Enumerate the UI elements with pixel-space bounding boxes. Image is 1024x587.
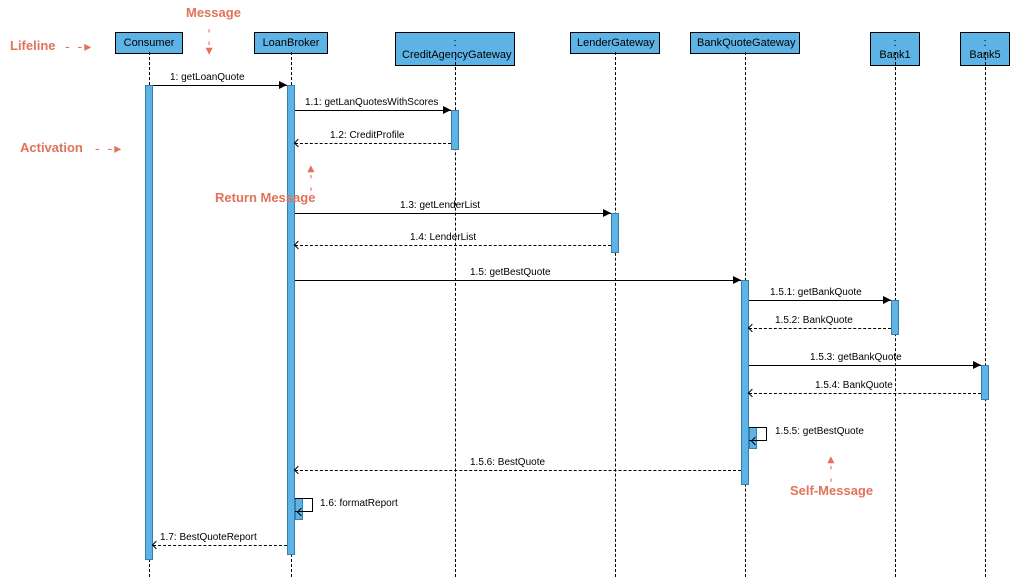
message-1-5-3-line (749, 365, 981, 366)
message-1-5-1-line (749, 300, 891, 301)
arrow-icon (603, 209, 611, 217)
annotation-lifeline: Lifeline (10, 38, 56, 53)
arrow-icon (733, 276, 741, 284)
message-1-2-line (295, 143, 451, 144)
arrow-icon (748, 389, 756, 397)
annotation-arrow-icon: - -▸ (202, 29, 219, 57)
message-1-5-4-line (749, 393, 981, 394)
arrow-icon (294, 241, 302, 249)
arrow-icon (748, 324, 756, 332)
annotation-arrow-icon: - -▸ (65, 38, 93, 55)
arrow-icon (294, 466, 302, 474)
arrow-icon (294, 139, 302, 147)
activation-bankquotegateway (741, 280, 749, 485)
annotation-self-message: Self-Message (790, 483, 873, 498)
activation-consumer (145, 85, 153, 560)
message-1-4-label: 1.4: LenderList (410, 232, 476, 243)
annotation-message: Message (186, 5, 241, 20)
message-1-3-line (295, 213, 611, 214)
message-1-5-5-label: 1.5.5: getBestQuote (775, 426, 864, 437)
annotation-arrow-icon: - -▸ (302, 163, 319, 191)
message-1-5-6-line (295, 470, 741, 471)
participant-loanbroker: LoanBroker (254, 32, 328, 54)
message-1-5-2-label: 1.5.2: BankQuote (775, 315, 853, 326)
message-1-5-4-label: 1.5.4: BankQuote (815, 380, 893, 391)
arrow-icon (443, 106, 451, 114)
lifeline-bank5 (985, 52, 986, 577)
arrow-icon (152, 541, 160, 549)
message-1-5-2-line (749, 328, 891, 329)
message-1-5-3-label: 1.5.3: getBankQuote (810, 352, 902, 363)
arrow-icon (883, 296, 891, 304)
arrow-icon (279, 81, 287, 89)
arrow-icon (973, 361, 981, 369)
message-1-line (153, 85, 287, 86)
message-1-5-6-label: 1.5.6: BestQuote (470, 457, 545, 468)
participant-bankquotegateway: BankQuoteGateway (690, 32, 800, 54)
message-1-3-label: 1.3: getLenderList (400, 200, 480, 211)
message-1-2-label: 1.2: CreditProfile (330, 130, 404, 141)
lifeline-lendergateway (615, 52, 616, 577)
activation-lendergateway (611, 213, 619, 253)
message-1-1-line (295, 110, 451, 111)
annotation-arrow-icon: - -▸ (822, 454, 839, 482)
activation-creditagency (451, 110, 459, 150)
participant-lendergateway: LenderGateway (570, 32, 660, 54)
activation-loanbroker (287, 85, 295, 555)
activation-bank5 (981, 365, 989, 400)
message-1-7-line (153, 545, 287, 546)
message-1-6-label: 1.6: formatReport (320, 498, 398, 509)
annotation-return-message: Return Message (215, 190, 315, 205)
message-1-7-label: 1.7: BestQuoteReport (160, 532, 257, 543)
activation-bank1 (891, 300, 899, 335)
annotation-activation: Activation (20, 140, 83, 155)
annotation-arrow-icon: - -▸ (95, 140, 123, 157)
message-1-4-line (295, 245, 611, 246)
message-1-5-line (295, 280, 741, 281)
message-1-1-label: 1.1: getLanQuotesWithScores (305, 97, 438, 108)
participant-consumer: Consumer (115, 32, 183, 54)
message-1-5-1-label: 1.5.1: getBankQuote (770, 287, 862, 298)
message-1-5-label: 1.5: getBestQuote (470, 267, 551, 278)
message-1-label: 1: getLoanQuote (170, 72, 245, 83)
